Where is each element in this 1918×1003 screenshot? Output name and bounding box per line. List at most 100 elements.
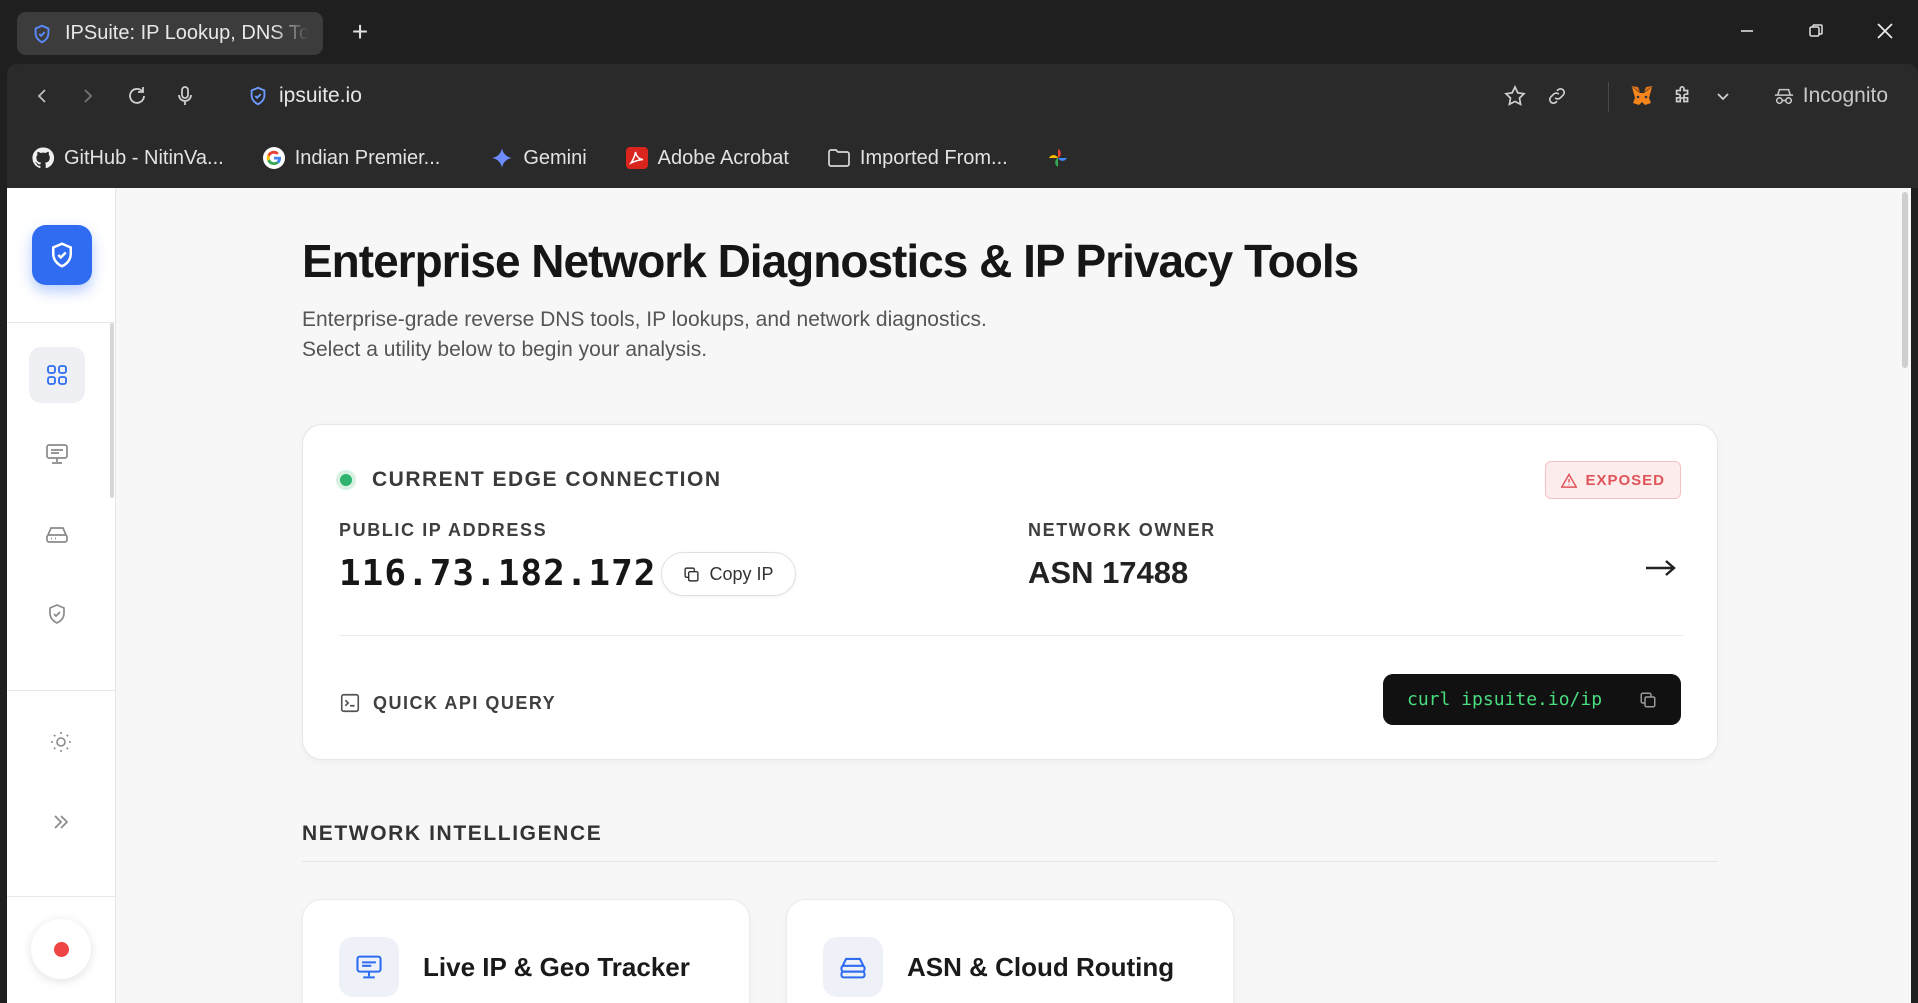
- bookmark-imported-folder[interactable]: Imported From...: [827, 146, 1008, 170]
- copy-ip-label: Copy IP: [709, 563, 774, 584]
- server-icon: [823, 937, 883, 997]
- record-dot-icon: [53, 941, 69, 957]
- sidebar-item-dashboard[interactable]: [29, 347, 85, 403]
- reload-icon[interactable]: [121, 80, 153, 112]
- warning-icon: [1561, 472, 1578, 488]
- shield-check-icon: [49, 604, 65, 624]
- toolbar-divider: [1608, 82, 1609, 112]
- owner-value: ASN 17488: [1028, 555, 1189, 590]
- page-title: Enterprise Network Diagnostics & IP Priv…: [302, 235, 1359, 287]
- chevron-down-icon[interactable]: [1707, 80, 1739, 112]
- ip-value: 116.73.182.172: [339, 553, 657, 594]
- incognito-icon: [1774, 88, 1793, 105]
- incognito-label: Incognito: [1802, 84, 1888, 107]
- status-badge: EXPOSED: [1545, 461, 1681, 499]
- connection-card: CURRENT EDGE CONNECTION EXPOSED PUBLIC I…: [302, 424, 1718, 760]
- copy-icon: [684, 566, 700, 582]
- tool-card-geo-tracker[interactable]: Live IP & Geo Tracker: [302, 899, 750, 1003]
- sun-icon: [51, 732, 71, 752]
- sidebar-item-security[interactable]: [29, 586, 85, 642]
- expand-sidebar-button[interactable]: [33, 794, 89, 850]
- bookmark-label: Imported From...: [859, 146, 1008, 169]
- sidebar-scrollbar[interactable]: [110, 323, 114, 498]
- bookmark-github[interactable]: GitHub - NitinVa...: [31, 146, 224, 170]
- chevrons-right-icon: [54, 815, 69, 829]
- sidebar-divider: [7, 690, 115, 691]
- monitor-icon: [46, 444, 68, 464]
- address-bar[interactable]: ipsuite.io: [247, 78, 362, 114]
- microphone-icon[interactable]: [169, 80, 201, 112]
- new-tab-button[interactable]: +: [345, 18, 375, 48]
- sidebar-divider: [7, 896, 115, 897]
- tool-card-asn-routing[interactable]: ASN & Cloud Routing: [786, 899, 1234, 1003]
- monitor-icon: [339, 937, 399, 997]
- extensions-icon[interactable]: [1667, 80, 1699, 112]
- quick-api-text: QUICK API QUERY: [373, 692, 557, 713]
- terminal-icon: [340, 693, 360, 713]
- section-divider: [302, 861, 1718, 862]
- bookmark-adobe-acrobat[interactable]: Adobe Acrobat: [625, 146, 789, 170]
- grid-icon: [47, 365, 67, 385]
- bookmark-photos[interactable]: [1046, 146, 1079, 170]
- connection-title: CURRENT EDGE CONNECTION: [372, 468, 722, 491]
- page-scrollbar[interactable]: [1902, 192, 1908, 368]
- bookmark-gemini[interactable]: Gemini: [490, 146, 587, 170]
- sidebar: [7, 188, 116, 1003]
- restore-icon[interactable]: [1801, 16, 1831, 46]
- curl-command: curl ipsuite.io/ip: [1407, 689, 1603, 710]
- status-live-dot: [336, 470, 356, 490]
- sidebar-item-monitor[interactable]: [29, 426, 85, 482]
- browser-toolbar: ipsuite.io Incognito: [7, 64, 1918, 128]
- subtitle-line: Enterprise-grade reverse DNS tools, IP l…: [302, 308, 987, 331]
- app-logo[interactable]: [32, 225, 92, 285]
- bookmark-label: Adobe Acrobat: [657, 146, 789, 169]
- copy-icon[interactable]: [1639, 691, 1657, 709]
- page-subtitle: Enterprise-grade reverse DNS tools, IP l…: [302, 305, 987, 365]
- minimize-icon[interactable]: [1732, 16, 1762, 46]
- quick-api-label: QUICK API QUERY: [339, 692, 556, 714]
- incognito-indicator[interactable]: Incognito: [1773, 78, 1888, 114]
- sidebar-item-servers[interactable]: [29, 506, 85, 562]
- folder-icon: [828, 149, 850, 167]
- ip-label: PUBLIC IP ADDRESS: [339, 520, 548, 540]
- server-icon: [46, 527, 68, 543]
- gemini-icon: [492, 148, 513, 168]
- shield-icon: [34, 24, 50, 43]
- tab-title: IPSuite: IP Lookup, DNS Tools: [65, 22, 309, 44]
- google-photos-icon: [1048, 149, 1067, 167]
- browser-tab[interactable]: IPSuite: IP Lookup, DNS Tools: [17, 12, 323, 55]
- acrobat-icon: [625, 147, 648, 169]
- close-icon[interactable]: [1870, 16, 1900, 46]
- status-badge-label: EXPOSED: [1585, 471, 1665, 489]
- tab-bar: IPSuite: IP Lookup, DNS Tools +: [0, 0, 1918, 62]
- copy-ip-button[interactable]: Copy IP: [661, 552, 796, 596]
- main-content: Enterprise Network Diagnostics & IP Priv…: [116, 188, 1911, 1003]
- bookmark-star-icon[interactable]: [1499, 80, 1531, 112]
- site-shield-icon: [250, 86, 266, 106]
- subtitle-line: Select a utility below to begin your ana…: [302, 338, 708, 361]
- link-icon[interactable]: [1541, 80, 1573, 112]
- curl-command-box[interactable]: curl ipsuite.io/ip: [1383, 674, 1681, 725]
- bookmark-label: Indian Premier...: [294, 146, 441, 169]
- shield-check-icon: [52, 242, 72, 268]
- owner-label: NETWORK OWNER: [1028, 520, 1216, 540]
- bookmark-indian-premier[interactable]: Indian Premier...: [262, 146, 441, 170]
- forward-icon[interactable]: [71, 80, 103, 112]
- tool-title: Live IP & Geo Tracker: [423, 952, 690, 982]
- arrow-right-icon[interactable]: [1641, 548, 1681, 588]
- google-icon: [262, 147, 285, 169]
- back-icon[interactable]: [27, 80, 59, 112]
- github-icon: [32, 147, 55, 169]
- sidebar-divider: [7, 322, 115, 323]
- metamask-icon[interactable]: [1626, 80, 1658, 112]
- url-text: ipsuite.io: [279, 84, 362, 107]
- card-divider: [339, 635, 1683, 636]
- record-button[interactable]: [31, 919, 91, 979]
- bookmark-label: Gemini: [523, 146, 587, 169]
- bookmarks-bar: GitHub - NitinVa... Indian Premier... Ge…: [7, 128, 1918, 188]
- section-title: NETWORK INTELLIGENCE: [302, 822, 603, 845]
- tool-title: ASN & Cloud Routing: [907, 952, 1175, 982]
- page-viewport: Enterprise Network Diagnostics & IP Priv…: [7, 188, 1911, 1003]
- bookmark-label: GitHub - NitinVa...: [64, 146, 224, 169]
- theme-toggle-button[interactable]: [33, 714, 89, 770]
